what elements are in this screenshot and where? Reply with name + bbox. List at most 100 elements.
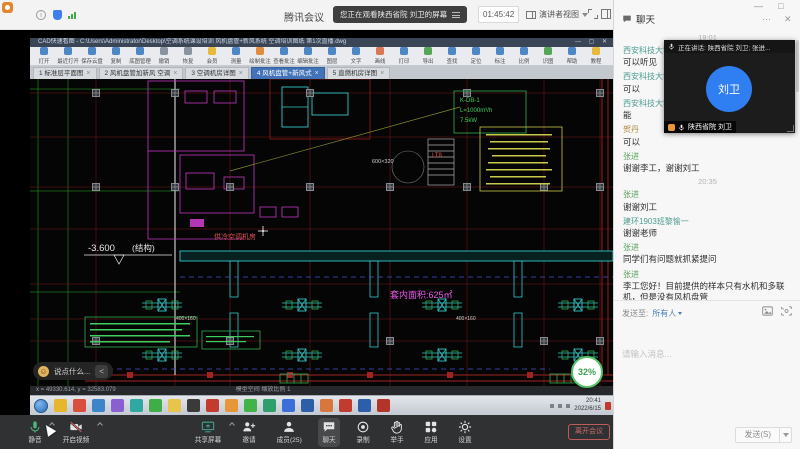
toolbar-button[interactable]: 应用: [420, 418, 442, 447]
cad-ribbon-button[interactable]: 帮助: [560, 47, 584, 65]
side-panel-toggle-icon[interactable]: [601, 9, 611, 19]
chevron-up-icon[interactable]: [229, 422, 235, 428]
tray-icon[interactable]: [566, 404, 570, 408]
taskbar-app-icon[interactable]: [73, 399, 86, 412]
cad-drawing-tab[interactable]: 3 空调机房详图 ×: [185, 67, 249, 79]
taskbar-app-icon[interactable]: [225, 399, 238, 412]
toolbar-button[interactable]: 设置: [454, 418, 476, 447]
tab-close-icon[interactable]: ×: [86, 68, 90, 80]
toolbar-button[interactable]: 聊天: [318, 418, 340, 447]
meeting-info-icon[interactable]: i: [36, 10, 46, 20]
cad-drawing-tab[interactable]: 1 标准层平面图 ×: [33, 67, 97, 79]
cad-ribbon-button[interactable]: 绘制批注: [248, 47, 272, 65]
cad-ribbon-button[interactable]: 导出: [416, 47, 440, 65]
resize-handle[interactable]: [787, 125, 794, 132]
tray-icon[interactable]: [550, 404, 554, 408]
cad-ribbon-button[interactable]: 查找: [440, 47, 464, 65]
tab-close-icon[interactable]: ×: [380, 68, 384, 80]
cad-ribbon-button[interactable]: 底图管理: [128, 47, 152, 65]
taskbar-app-icon[interactable]: [92, 399, 105, 412]
taskbar-app-icon[interactable]: [187, 399, 200, 412]
toolbar-button[interactable]: 共享屏幕: [190, 418, 226, 447]
toolbar-button[interactable]: 录制: [352, 418, 374, 447]
cad-window-buttons[interactable]: — ▢ ✕: [575, 38, 610, 47]
cad-ribbon-button[interactable]: 打开: [32, 47, 56, 65]
collapse-button[interactable]: <: [95, 365, 108, 378]
emoji-icon[interactable]: ☺: [38, 366, 49, 377]
speaker-video-thumbnail[interactable]: 正在讲话: 陕西省院 刘卫; 张进... 刘卫 陕西省院 刘卫: [664, 40, 795, 133]
banner-menu-icon[interactable]: [452, 12, 460, 18]
cad-ribbon-button[interactable]: 最近打开: [56, 47, 80, 65]
image-icon[interactable]: [762, 306, 773, 316]
taskbar-app-icon[interactable]: [339, 399, 352, 412]
toolbar-button[interactable]: 成员(25): [272, 418, 306, 447]
caption-placeholder[interactable]: 说点什么...: [54, 366, 90, 377]
cad-drawing-tab[interactable]: 2 风机盘管加新风 空调 ×: [99, 67, 184, 79]
taskbar-app-icon[interactable]: [377, 399, 390, 412]
cad-ribbon-button[interactable]: 撤销: [152, 47, 176, 65]
tab-close-icon[interactable]: ×: [173, 68, 177, 80]
tab-close-icon[interactable]: ×: [315, 68, 319, 80]
cad-drawing-tab[interactable]: 4 风机盘管+新风式 ×: [251, 67, 325, 79]
taskbar-app-icon[interactable]: [130, 399, 143, 412]
toolbar-button[interactable]: 举手: [386, 418, 408, 447]
cad-ribbon-button[interactable]: 打印: [392, 47, 416, 65]
cad-ribbon-button[interactable]: 恢复: [176, 47, 200, 65]
taskbar-app-icon[interactable]: [244, 399, 257, 412]
taskbar-app-icon[interactable]: [149, 399, 162, 412]
chat-input[interactable]: [620, 324, 794, 384]
taskbar-app-icon[interactable]: [358, 399, 371, 412]
notification-flag-icon[interactable]: [605, 402, 611, 410]
cad-ribbon-button[interactable]: 测量: [224, 47, 248, 65]
taskbar-app-icon[interactable]: [263, 399, 276, 412]
cad-drawing: K-DB-1 L=1000m³/h 7.5kW: [30, 79, 613, 386]
cad-ribbon-button[interactable]: 定位: [464, 47, 488, 65]
leave-meeting-button[interactable]: 离开会议: [568, 424, 610, 440]
security-shield-icon[interactable]: [53, 10, 62, 20]
quick-caption-bar[interactable]: ☺ 说点什么... <: [33, 362, 113, 380]
chat-scrollbar[interactable]: [796, 40, 799, 92]
send-options-button[interactable]: [780, 427, 792, 443]
cad-ribbon-button[interactable]: 识图: [536, 47, 560, 65]
send-button[interactable]: 发送(S): [735, 427, 780, 443]
taskbar-app-icon[interactable]: [206, 399, 219, 412]
taskbar-app-icon[interactable]: [111, 399, 124, 412]
taskbar-clock[interactable]: 20:412022/6/15: [574, 398, 601, 413]
cad-ribbon-button[interactable]: 标注: [488, 47, 512, 65]
chevron-up-icon[interactable]: [97, 422, 103, 428]
taskbar-app-icon[interactable]: [301, 399, 314, 412]
toolbar-button[interactable]: 静音: [24, 418, 46, 447]
cad-ribbon-button[interactable]: 会员: [200, 47, 224, 65]
start-button[interactable]: [34, 399, 48, 413]
chat-more-button[interactable]: ···: [762, 14, 771, 24]
cad-ribbon-button[interactable]: 文字: [344, 47, 368, 65]
cad-drawing-canvas[interactable]: K-DB-1 L=1000m³/h 7.5kW: [30, 79, 613, 386]
cad-ribbon-button[interactable]: 查看批注: [272, 47, 296, 65]
cad-ribbon-button[interactable]: 保存云盘: [80, 47, 104, 65]
fullscreen-icon[interactable]: [588, 9, 598, 19]
cad-ribbon-button[interactable]: 教程: [584, 47, 608, 65]
chat-close-button[interactable]: ✕: [784, 14, 792, 25]
view-mode-switch[interactable]: 演讲者视图: [526, 6, 588, 23]
speed-badge[interactable]: 32%: [571, 356, 603, 388]
taskbar-app-icon[interactable]: [168, 399, 181, 412]
chat-message-item: 张进 谢谢李工，谢谢刘工: [623, 152, 792, 174]
cad-ribbon-button[interactable]: 编辑批注: [296, 47, 320, 65]
cad-ribbon-button[interactable]: 比例: [512, 47, 536, 65]
cad-ribbon-button[interactable]: 复制: [104, 47, 128, 65]
tab-close-icon[interactable]: ×: [239, 68, 243, 80]
network-signal-icon[interactable]: [68, 12, 76, 19]
cad-ribbon-button[interactable]: 画线: [368, 47, 392, 65]
chat-panel-title: 聊天: [636, 12, 655, 26]
toolbar-button[interactable]: 开启视频: [58, 418, 94, 447]
screenshot-icon[interactable]: [781, 306, 792, 316]
taskbar-app-icon[interactable]: [282, 399, 295, 412]
tray-icon[interactable]: [558, 404, 562, 408]
send-to-selector[interactable]: 所有人: [652, 308, 682, 319]
toolbar-button[interactable]: 邀请: [238, 418, 260, 447]
cad-drawing-tab[interactable]: 5 直燃机房详图 ×: [327, 67, 391, 79]
cad-ribbon-button[interactable]: 图层: [320, 47, 344, 65]
taskbar-app-icon[interactable]: [320, 399, 333, 412]
taskbar-app-icon[interactable]: [54, 399, 67, 412]
cad-ribbon-icon: [496, 47, 504, 55]
